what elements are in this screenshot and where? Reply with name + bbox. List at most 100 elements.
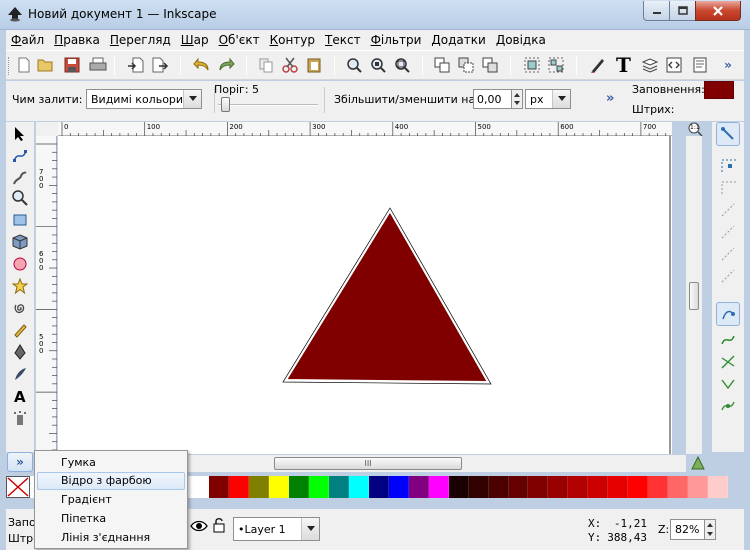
drawing-canvas[interactable]: [58, 136, 672, 454]
star-tool-icon[interactable]: [9, 276, 31, 296]
snap-cusp-nodes-icon[interactable]: [720, 376, 738, 395]
menu-file[interactable]: Файл: [6, 33, 49, 47]
more-commands-icon[interactable]: »: [718, 55, 738, 75]
snap-nodes-icon[interactable]: [716, 302, 740, 326]
undo-icon[interactable]: [192, 55, 212, 75]
layer-visibility-icon[interactable]: [190, 519, 208, 536]
palette-swatch[interactable]: [209, 476, 230, 498]
palette-swatch[interactable]: [388, 476, 409, 498]
menu-item-connector[interactable]: Лінія з'єднання: [37, 529, 185, 547]
palette-swatch[interactable]: [408, 476, 429, 498]
palette-swatch[interactable]: [269, 476, 290, 498]
menu-item-eraser[interactable]: Гумка: [37, 454, 185, 472]
snap-paths-icon[interactable]: [720, 332, 738, 351]
pen-tool-icon[interactable]: [9, 342, 31, 362]
spiral-tool-icon[interactable]: [9, 298, 31, 318]
tweak-tool-icon[interactable]: [9, 168, 31, 188]
preferences-icon[interactable]: [690, 55, 710, 75]
unit-select[interactable]: px: [525, 89, 571, 109]
horizontal-scroll-thumb[interactable]: III: [274, 457, 462, 470]
unlink-clone-icon[interactable]: [480, 55, 500, 75]
snap-bbox-midpoint-icon[interactable]: [720, 224, 738, 243]
cut-icon[interactable]: [280, 55, 300, 75]
menu-help[interactable]: Довідка: [491, 33, 551, 47]
zoom-selection-icon[interactable]: [344, 55, 364, 75]
layers-icon[interactable]: [640, 55, 660, 75]
new-document-icon[interactable]: [14, 55, 34, 75]
layer-select[interactable]: •Layer 1: [233, 517, 320, 541]
open-folder-icon[interactable]: [36, 55, 56, 75]
palette-swatch[interactable]: [468, 476, 489, 498]
fill-stroke-icon[interactable]: [588, 55, 608, 75]
palette-swatch[interactable]: [568, 476, 589, 498]
palette-swatch[interactable]: [189, 476, 210, 498]
rectangle-tool-icon[interactable]: [9, 210, 31, 230]
zoom-tool-icon[interactable]: [9, 188, 31, 208]
menu-item-gradient[interactable]: Градієнт: [37, 491, 185, 509]
palette-swatch[interactable]: [368, 476, 389, 498]
fill-color-swatch[interactable]: [704, 81, 734, 99]
snap-bbox-edge-icon[interactable]: [720, 180, 738, 199]
vertical-ruler[interactable]: 700600500: [36, 136, 57, 454]
palette-swatch[interactable]: [528, 476, 549, 498]
toolbox-overflow-button[interactable]: »: [7, 452, 33, 472]
ellipse-tool-icon[interactable]: [9, 254, 31, 274]
export-icon[interactable]: [150, 55, 170, 75]
menu-item-dropper[interactable]: Піпетка: [37, 510, 185, 528]
menu-edit[interactable]: Правка: [49, 33, 105, 47]
snap-bbox-icon[interactable]: [720, 158, 738, 177]
menu-extensions[interactable]: Додатки: [426, 33, 490, 47]
calligraphy-tool-icon[interactable]: [9, 364, 31, 384]
vertical-scroll-thumb[interactable]: [689, 282, 699, 310]
node-tool-icon[interactable]: [9, 146, 31, 166]
vertical-scrollbar[interactable]: [686, 136, 702, 454]
snap-smooth-nodes-icon[interactable]: [720, 398, 738, 417]
palette-swatch[interactable]: [289, 476, 310, 498]
redo-icon[interactable]: [216, 55, 236, 75]
menu-path[interactable]: Контур: [265, 33, 320, 47]
paste-icon[interactable]: [304, 55, 324, 75]
maximize-button[interactable]: [669, 1, 696, 21]
palette-swatch[interactable]: [428, 476, 449, 498]
print-icon[interactable]: [88, 55, 108, 75]
minimize-button[interactable]: [643, 1, 670, 21]
palette-swatch[interactable]: [309, 476, 330, 498]
zoom-spinner[interactable]: [704, 519, 716, 540]
spray-tool-icon[interactable]: [9, 408, 31, 428]
layer-lock-icon[interactable]: [212, 517, 226, 536]
menu-item-paint-bucket[interactable]: Відро з фарбою: [37, 472, 185, 490]
palette-swatch[interactable]: [229, 476, 250, 498]
palette-swatch[interactable]: [668, 476, 688, 498]
menu-view[interactable]: Перегляд: [105, 33, 176, 47]
copy-icon[interactable]: [256, 55, 276, 75]
palette-swatch[interactable]: [648, 476, 668, 498]
snap-bbox-center-icon[interactable]: [720, 246, 738, 265]
3d-box-tool-icon[interactable]: [9, 232, 31, 252]
menu-object[interactable]: Об'єкт: [214, 33, 265, 47]
snap-intersections-icon[interactable]: [720, 354, 738, 373]
palette-swatch[interactable]: [349, 476, 369, 498]
text-font-icon[interactable]: T: [614, 55, 634, 75]
menu-filters[interactable]: Фільтри: [366, 33, 427, 47]
spin-down-icon[interactable]: [705, 530, 715, 540]
snap-page-border-icon[interactable]: [720, 268, 738, 287]
import-icon[interactable]: [126, 55, 146, 75]
palette-swatch[interactable]: [687, 476, 708, 498]
close-button[interactable]: [695, 1, 741, 21]
zoom-page-icon[interactable]: [392, 55, 412, 75]
spin-up-icon[interactable]: [705, 520, 715, 530]
palette-swatch[interactable]: [249, 476, 270, 498]
zoom-drawing-icon[interactable]: [368, 55, 388, 75]
palette-swatch[interactable]: [329, 476, 349, 498]
duplicate-icon[interactable]: [432, 55, 452, 75]
palette-swatch[interactable]: [588, 476, 609, 498]
palette-swatch[interactable]: [448, 476, 469, 498]
palette-menu-icon[interactable]: [690, 455, 706, 474]
palette-swatch[interactable]: [548, 476, 569, 498]
palette-swatch[interactable]: [628, 476, 649, 498]
threshold-slider-thumb[interactable]: [221, 97, 230, 112]
more-controls-icon[interactable]: »: [606, 91, 614, 106]
red-triangle-shape[interactable]: [284, 209, 490, 384]
grow-shrink-spinner[interactable]: [511, 89, 523, 109]
palette-swatch[interactable]: [608, 476, 629, 498]
